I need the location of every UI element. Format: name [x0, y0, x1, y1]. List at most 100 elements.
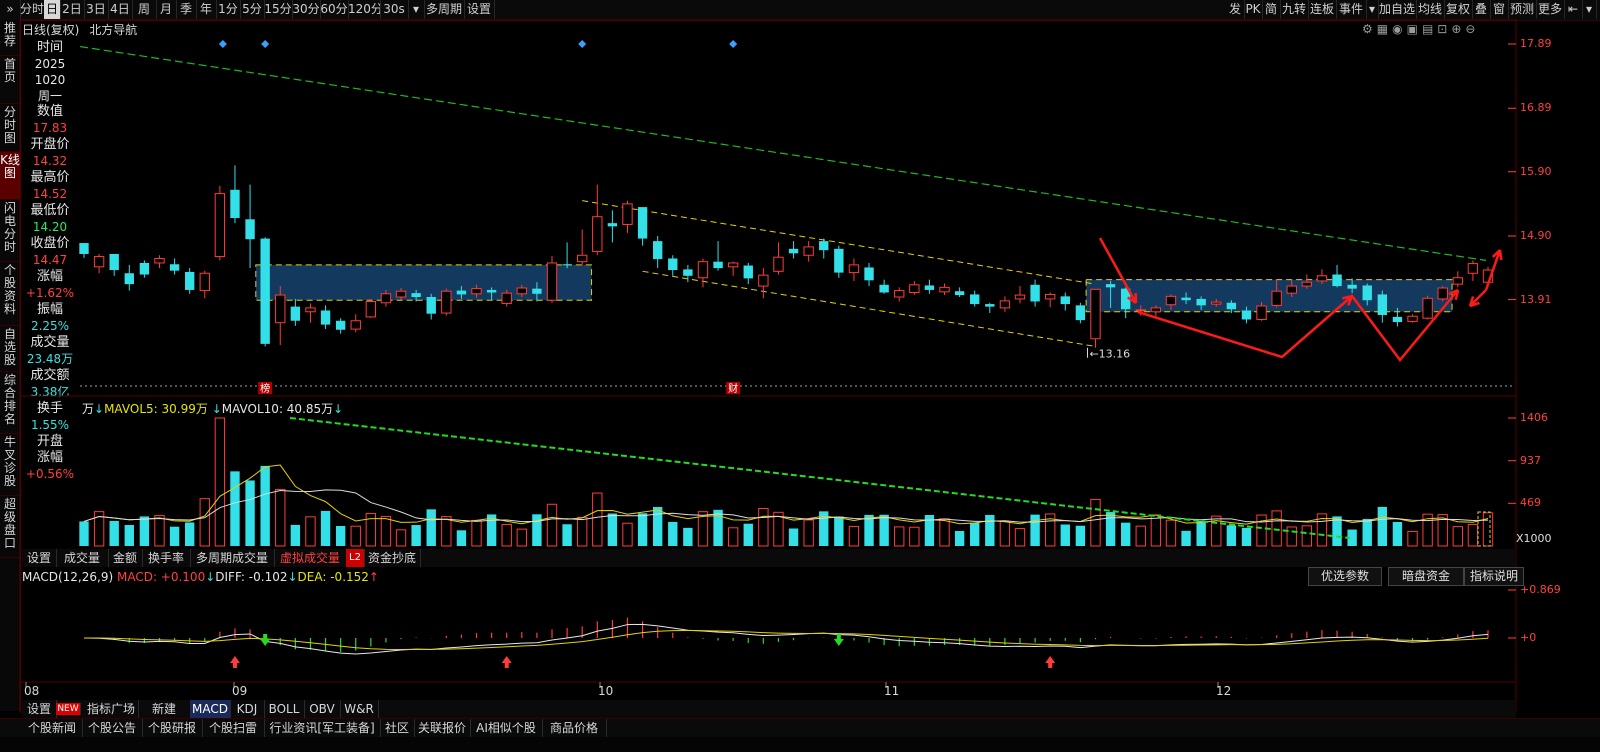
signal-arrow — [833, 634, 844, 646]
candle — [607, 210, 618, 243]
volume-tab-2[interactable]: 金额 — [108, 549, 143, 567]
volume-bar — [214, 417, 226, 547]
candle — [683, 264, 693, 283]
indicator-tab-1[interactable]: NEW — [56, 703, 81, 715]
month-label: 09 — [232, 684, 248, 698]
candle — [1045, 292, 1056, 308]
price-tick: 17.89 — [1520, 37, 1552, 50]
macd-button-0[interactable]: 优选参数 — [1308, 567, 1382, 586]
bottom-strip — [0, 737, 1600, 752]
volume-bar — [1271, 510, 1282, 547]
kline-chart[interactable]: 榜 财 ←13.16 — [0, 0, 1600, 752]
candle — [788, 241, 799, 259]
candle — [1377, 290, 1388, 323]
bottom-tab-8[interactable]: 商品价格 — [542, 719, 607, 738]
candle — [1090, 288, 1101, 348]
indicator-tab-0[interactable]: 设置 — [22, 700, 57, 718]
volume-bar — [1090, 498, 1101, 547]
bottom-tab-6[interactable]: 关联报价 — [414, 719, 471, 738]
event-diamond[interactable] — [578, 40, 587, 48]
indicator-tab-2[interactable]: 指标广场 — [84, 700, 139, 718]
volume-bar — [1286, 526, 1297, 547]
time-axis: 08 09 10 11 12 — [0, 684, 1516, 698]
indicator-tab-7[interactable]: OBV — [304, 700, 341, 718]
volume-tab-5[interactable]: 虚拟成交量 — [274, 549, 347, 567]
signal-arrow — [260, 634, 271, 646]
candle — [1014, 286, 1026, 304]
candle — [592, 184, 603, 256]
indicator-tab-3[interactable]: 新建 — [138, 700, 191, 718]
indicator-tab-5[interactable]: KDJ — [230, 700, 265, 718]
volume-tab-7[interactable]: 资金抄底 — [364, 549, 421, 567]
bottom-tab-3[interactable]: 个股扫雷 — [202, 719, 265, 738]
volume-bar — [154, 515, 165, 547]
event-diamond[interactable] — [261, 40, 270, 48]
event-diamond[interactable] — [729, 40, 738, 48]
macd-button-2[interactable]: 指标说明 — [1464, 567, 1524, 586]
volume-bar — [79, 521, 89, 546]
candle — [834, 245, 844, 278]
volume-bar — [230, 471, 240, 546]
trendline-long — [79, 45, 1487, 261]
signal-arrow — [1045, 656, 1056, 668]
candle — [305, 303, 316, 323]
candle — [1075, 302, 1086, 324]
price-tick: 15.90 — [1520, 164, 1552, 178]
volume-bar — [1120, 522, 1131, 546]
volume-bar — [1482, 512, 1494, 547]
volume-bar — [169, 526, 180, 546]
volume-bar — [395, 529, 407, 547]
candle — [93, 253, 105, 274]
volume-tab-3[interactable]: 换手率 — [142, 549, 191, 567]
indicator-tab-6[interactable]: BOLL — [264, 700, 305, 718]
volume-tab-4[interactable]: 多周期成交量 — [190, 549, 275, 567]
volume-tick: 469 — [1520, 496, 1541, 510]
volume-bar — [803, 519, 814, 547]
event-mark[interactable]: 榜 — [260, 382, 270, 395]
volume-axis: 1406 937 469 X1000 — [1516, 408, 1596, 548]
candle — [230, 165, 240, 224]
volume-panel — [79, 417, 1494, 547]
bottom-tab-0[interactable]: 个股新闻 — [22, 719, 83, 738]
macd-header: MACD(12,26,9) MACD: +0.100↓DIFF: -0.102↓… — [22, 570, 379, 584]
candle — [622, 200, 633, 233]
indicator-tab-8[interactable]: W&R — [340, 700, 379, 718]
event-diamond[interactable] — [218, 40, 227, 48]
mavol10-label: MAVOL10: 40.85万 — [221, 402, 334, 416]
bottom-tab-1[interactable]: 个股公告 — [82, 719, 143, 738]
volume-bar — [743, 523, 753, 546]
month-label: 11 — [884, 684, 900, 698]
candle — [335, 318, 346, 334]
indicator-tabs: 设置 NEW 指标广场 新建 MACD KDJ BOLL OBV W&R — [22, 700, 1516, 718]
candle — [426, 293, 436, 320]
bottom-tab-7[interactable]: AI相似个股 — [470, 719, 543, 738]
volume-tab-1[interactable]: 成交量 — [56, 549, 109, 567]
bottom-tab-4[interactable]: 行业资讯[军工装备] — [264, 719, 381, 738]
candle — [562, 242, 572, 269]
volume-bar — [546, 503, 558, 547]
volume-bar — [245, 480, 255, 546]
volume-bar — [199, 498, 210, 547]
volume-tab-0[interactable]: 设置 — [22, 549, 57, 567]
volume-bar — [124, 524, 134, 546]
candle — [365, 298, 377, 319]
event-mark[interactable]: 财 — [728, 382, 738, 395]
candle — [848, 258, 860, 281]
volume-bar — [864, 514, 874, 546]
candle — [773, 242, 784, 275]
month-label: 10 — [598, 684, 614, 698]
volume-tab-6[interactable]: L2 — [346, 549, 365, 567]
indicator-tab-4[interactable]: MACD — [190, 700, 231, 718]
volume-bar — [788, 528, 799, 546]
macd-button-1[interactable]: 暗盘资金 — [1388, 567, 1464, 586]
candle — [199, 270, 210, 299]
candle — [713, 241, 723, 271]
candle — [924, 279, 935, 294]
volume-bar — [426, 509, 436, 546]
candle — [1030, 279, 1040, 307]
macd-tick: +0 — [1520, 631, 1537, 644]
bottom-tab-2[interactable]: 个股研报 — [142, 719, 203, 738]
dea-value: DEA: -0.152 — [297, 570, 369, 584]
macd-name: MACD(12,26,9) — [22, 570, 114, 584]
bottom-tab-5[interactable]: 社区 — [380, 719, 415, 738]
